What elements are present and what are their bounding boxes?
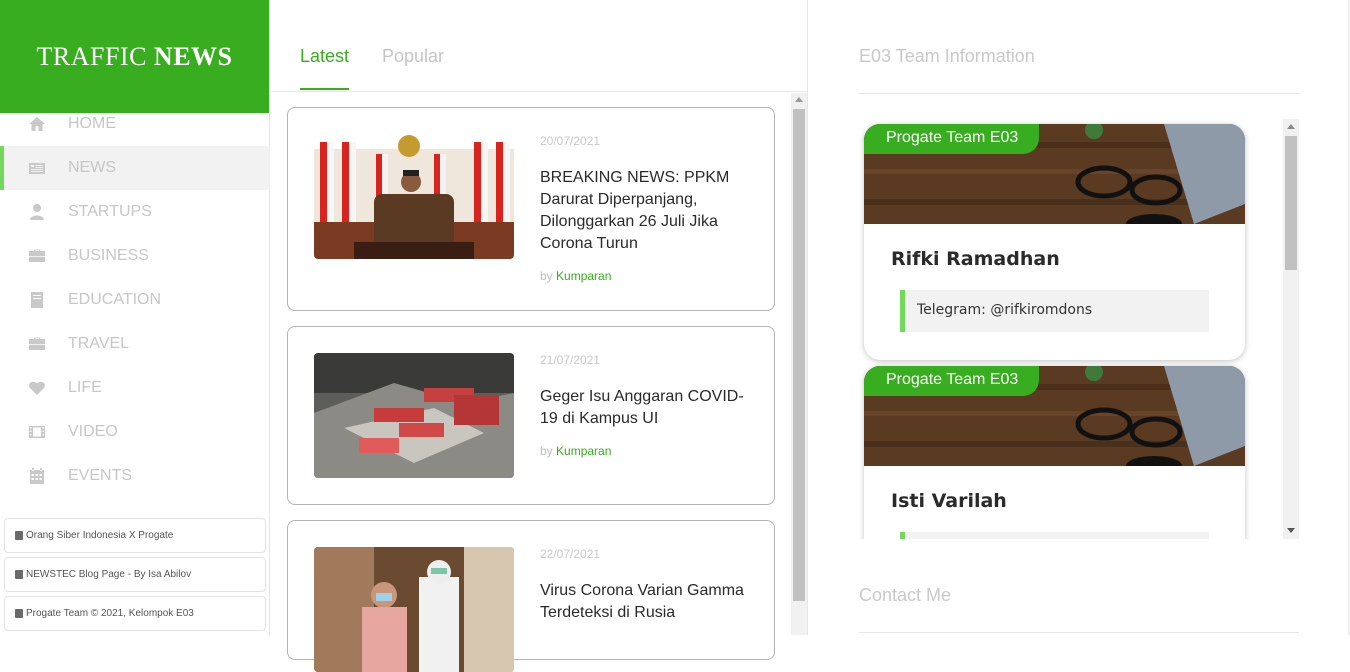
team-badge: Progate Team E03 [864,366,1039,396]
document-icon [15,531,23,540]
footer-link-copyright[interactable]: Progate Team © 2021, Kelompok E03 [4,596,266,631]
footer-link-newstec[interactable]: NEWSTEC Blog Page - By Isa Abilov [4,557,266,592]
team-member-contact[interactable]: Telegram: @rifkiromdons [900,290,1209,332]
newspaper-icon [15,570,23,579]
sidebar-footer-links: Orang Siber Indonesia X Progate NEWSTEC … [4,518,266,635]
site-logo[interactable]: TRAFFIC NEWS [0,0,269,113]
footer-link-orang-siber[interactable]: Orang Siber Indonesia X Progate [4,518,266,553]
news-date: 21/07/2021 [540,353,601,367]
sidebar-item-label: EVENTS [68,467,133,484]
team-list-scrollbar[interactable] [1283,119,1299,539]
contact-title: Contact Me [859,585,952,605]
sidebar-item-business[interactable]: BUSINESS [0,234,270,278]
logo-text-traffic: TRAFFIC [36,41,147,71]
scroll-up-arrow-icon[interactable] [795,97,803,102]
briefcase-icon [28,247,46,265]
team-member-contact[interactable] [900,532,1209,539]
book-icon [15,609,23,618]
sidebar-item-news[interactable]: NEWS [0,146,270,190]
sidebar-item-label: EDUCATION [68,291,162,308]
team-badge: Progate Team E03 [864,124,1039,154]
news-title[interactable]: BREAKING NEWS: PPKM Darurat Diperpanjang… [540,167,750,255]
news-thumbnail[interactable] [314,547,514,672]
feed-scrollbar[interactable] [791,93,807,635]
team-member-card[interactable]: Progate Team E03 Isti Varilah [864,366,1245,539]
sidebar: TRAFFIC NEWS HOME NEWS STARTUPS BUSINESS… [0,0,270,635]
news-date: 20/07/2021 [540,134,601,148]
heart-icon [28,379,46,397]
sidebar-item-label: STARTUPS [68,203,152,220]
news-feed: Latest Popular 20/07/2021 BREAKING NEWS:… [271,0,808,672]
scroll-up-arrow-icon[interactable] [1287,124,1295,129]
sidebar-item-label: NEWS [68,159,116,176]
news-card[interactable]: 20/07/2021 BREAKING NEWS: PPKM Darurat D… [287,107,775,311]
logo-text-news: NEWS [153,41,233,71]
suitcase-icon [28,335,46,353]
sidebar-item-startups[interactable]: STARTUPS [0,190,270,234]
calendar-icon [28,467,46,485]
sidebar-item-education[interactable]: EDUCATION [0,278,270,322]
team-cards-list[interactable]: Progate Team E03 Rifki Ramadhan Telegram… [859,119,1299,539]
team-info-panel: E03 Team Information Progate Team E03 Ri… [809,0,1350,635]
sidebar-item-label: BUSINESS [68,247,149,264]
scroll-down-arrow-icon[interactable] [1287,528,1295,533]
news-thumbnail[interactable] [314,353,514,478]
feed-scrollbar-thumb[interactable] [793,109,805,601]
book-icon [28,291,46,309]
sidebar-item-events[interactable]: EVENTS [0,454,270,498]
sidebar-nav: HOME NEWS STARTUPS BUSINESS EDUCATION TR… [0,102,270,498]
news-byline: by Kumparan [540,444,612,458]
film-icon [28,423,46,441]
newspaper-icon [28,159,46,177]
news-title[interactable]: Virus Corona Varian Gamma Terdeteksi di … [540,580,750,624]
news-byline: by Kumparan [540,269,612,283]
team-member-card[interactable]: Progate Team E03 Rifki Ramadhan Telegram… [864,124,1245,360]
team-info-title: E03 Team Information [859,46,1035,66]
news-source-link[interactable]: Kumparan [556,444,611,458]
team-list-scrollbar-thumb[interactable] [1285,136,1297,270]
sidebar-item-video[interactable]: VIDEO [0,410,270,454]
sidebar-item-life[interactable]: LIFE [0,366,270,410]
sidebar-item-label: LIFE [68,379,102,396]
news-card[interactable]: 21/07/2021 Geger Isu Anggaran COVID-19 d… [287,326,775,505]
sidebar-item-home[interactable]: HOME [0,102,270,146]
news-title[interactable]: Geger Isu Anggaran COVID-19 di Kampus UI [540,386,750,430]
user-icon [28,203,46,221]
news-date: 22/07/2021 [540,547,601,561]
team-member-name: Isti Varilah [891,490,1007,512]
tab-latest[interactable]: Latest [300,46,350,90]
sidebar-item-label: TRAVEL [68,335,130,352]
home-icon [28,115,46,133]
feed-tabs: Latest Popular [271,0,807,92]
team-member-name: Rifki Ramadhan [891,248,1060,270]
sidebar-item-label: HOME [68,115,116,132]
divider [859,93,1299,94]
sidebar-item-label: VIDEO [68,423,118,440]
divider [859,632,1299,633]
tab-popular[interactable]: Popular [382,46,444,67]
news-card[interactable]: 22/07/2021 Virus Corona Varian Gamma Ter… [287,520,775,672]
news-thumbnail[interactable] [314,134,514,259]
sidebar-item-travel[interactable]: TRAVEL [0,322,270,366]
news-source-link[interactable]: Kumparan [556,269,611,283]
